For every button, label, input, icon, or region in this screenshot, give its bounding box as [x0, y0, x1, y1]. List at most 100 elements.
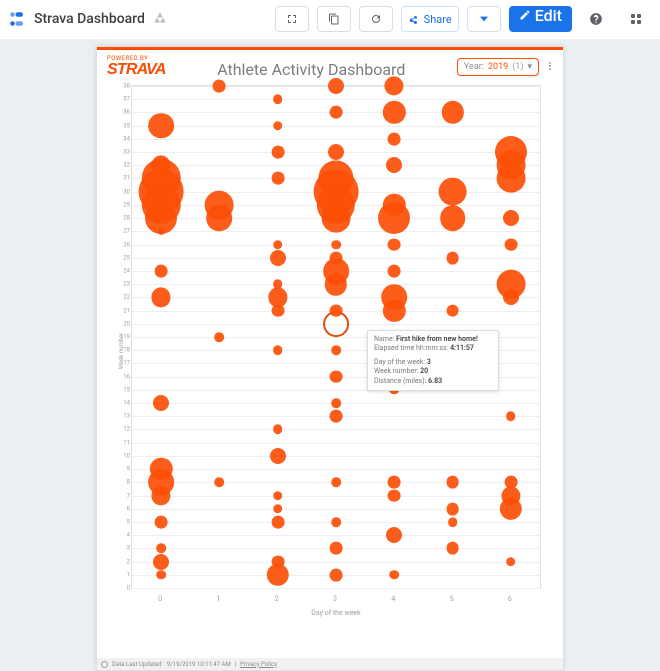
activity-bubble[interactable] — [446, 542, 459, 555]
activity-bubble[interactable] — [271, 172, 284, 185]
activity-bubble[interactable] — [446, 502, 459, 515]
activity-bubble[interactable] — [152, 288, 171, 307]
activity-bubble[interactable] — [273, 425, 283, 435]
share-button[interactable]: Share — [401, 6, 459, 32]
activity-bubble[interactable] — [330, 568, 343, 581]
activity-bubble[interactable] — [330, 410, 343, 423]
y-tick: 11 — [116, 439, 130, 446]
activity-bubble[interactable] — [273, 121, 283, 131]
activity-bubble[interactable] — [270, 448, 286, 464]
activity-bubble[interactable] — [383, 101, 405, 123]
activity-bubble[interactable] — [155, 516, 168, 529]
activity-bubble[interactable] — [386, 527, 402, 543]
activity-bubble[interactable] — [273, 504, 283, 514]
y-tick: 12 — [116, 426, 130, 433]
apps-button[interactable] — [620, 7, 652, 31]
activity-bubble[interactable] — [155, 265, 168, 278]
activity-bubble-chart[interactable]: Week number 0123456789101112131415161718… — [131, 85, 541, 617]
y-tick: 10 — [116, 452, 130, 459]
activity-bubble[interactable] — [328, 144, 344, 160]
activity-bubble[interactable] — [270, 250, 286, 266]
activity-bubble[interactable] — [153, 395, 169, 411]
y-tick: 1 — [116, 571, 130, 578]
activity-bubble[interactable] — [273, 94, 283, 104]
year-filter-count: (1) — [512, 62, 523, 72]
activity-bubble[interactable] — [330, 251, 343, 264]
activity-bubble[interactable] — [388, 489, 401, 502]
drive-status-icon[interactable] — [153, 10, 167, 29]
document-title[interactable]: Strava Dashboard — [34, 11, 145, 27]
activity-bubble[interactable] — [331, 240, 341, 250]
activity-bubble[interactable] — [331, 345, 341, 355]
activity-bubble[interactable] — [438, 177, 467, 206]
year-filter-value: 2019 — [488, 62, 508, 72]
activity-bubble[interactable] — [268, 288, 287, 307]
activity-bubble[interactable] — [446, 251, 459, 264]
activity-bubble[interactable] — [446, 304, 459, 317]
chart-menu-button[interactable] — [547, 56, 553, 70]
activity-bubble[interactable] — [273, 491, 283, 501]
activity-bubble[interactable] — [271, 146, 284, 159]
year-filter-label: Year: — [464, 62, 484, 72]
activity-bubble[interactable] — [504, 238, 517, 251]
help-button[interactable] — [580, 7, 612, 31]
share-dropdown[interactable] — [467, 6, 501, 32]
activity-bubble[interactable] — [205, 190, 234, 219]
activity-bubble[interactable] — [441, 101, 463, 123]
privacy-link[interactable]: Privacy Policy — [240, 661, 277, 668]
activity-bubble[interactable] — [148, 113, 174, 139]
activity-bubble[interactable] — [389, 570, 399, 580]
activity-bubble[interactable] — [213, 80, 226, 93]
activity-bubble[interactable] — [388, 476, 401, 489]
activity-bubble[interactable] — [330, 106, 343, 119]
activity-bubble[interactable] — [440, 205, 466, 231]
report-page: POWERED BY STRAVA Athlete Activity Dashb… — [96, 46, 564, 671]
activity-bubble[interactable] — [503, 210, 519, 226]
activity-bubble[interactable] — [330, 370, 343, 383]
activity-bubble[interactable] — [388, 265, 401, 278]
activity-bubble[interactable] — [388, 132, 401, 145]
activity-bubble[interactable] — [273, 345, 283, 355]
activity-bubble[interactable] — [273, 240, 283, 250]
fullscreen-button[interactable] — [275, 6, 309, 32]
data-freshness-icon[interactable] — [101, 661, 108, 668]
activity-bubble[interactable] — [448, 517, 458, 527]
activity-bubble[interactable] — [506, 557, 516, 567]
activity-bubble[interactable] — [330, 542, 343, 555]
x-axis-label: Day of the week — [131, 609, 541, 617]
activity-bubble[interactable] — [271, 555, 284, 568]
activity-bubble[interactable] — [386, 157, 402, 173]
activity-bubble[interactable] — [215, 332, 225, 342]
activity-bubble[interactable] — [330, 304, 343, 317]
activity-bubble[interactable] — [381, 285, 407, 311]
activity-bubble[interactable] — [331, 478, 341, 488]
activity-bubble[interactable] — [328, 78, 344, 94]
year-filter[interactable]: Year: 2019 (1) ▾ — [457, 58, 539, 76]
activity-bubble[interactable] — [506, 411, 516, 421]
activity-bubble[interactable] — [504, 476, 517, 489]
y-tick: 25 — [116, 254, 130, 261]
x-tick: 0 — [158, 595, 162, 603]
activity-bubble[interactable] — [215, 478, 225, 488]
y-tick: 30 — [116, 188, 130, 195]
activity-bubble[interactable] — [385, 76, 404, 95]
app-topbar: Strava Dashboard Share Edit — [0, 0, 660, 39]
activity-bubble[interactable] — [331, 398, 341, 408]
activity-bubble[interactable] — [495, 136, 527, 168]
activity-bubble[interactable] — [156, 544, 166, 554]
edit-button[interactable]: Edit — [509, 6, 572, 32]
activity-bubble[interactable] — [156, 570, 166, 580]
refresh-button[interactable] — [359, 6, 393, 32]
activity-bubble[interactable] — [271, 516, 284, 529]
share-label: Share — [424, 13, 452, 26]
strava-logo: STRAVA — [107, 62, 166, 78]
activity-bubble[interactable] — [446, 476, 459, 489]
activity-bubble[interactable] — [388, 238, 401, 251]
activity-bubble[interactable] — [153, 554, 169, 570]
y-tick: 9 — [116, 466, 130, 473]
copy-button[interactable] — [317, 6, 351, 32]
activity-bubble[interactable] — [496, 270, 525, 299]
activity-bubble[interactable] — [331, 517, 341, 527]
dashboard-title: Athlete Activity Dashboard — [174, 56, 449, 79]
activity-bubble[interactable] — [273, 279, 283, 289]
